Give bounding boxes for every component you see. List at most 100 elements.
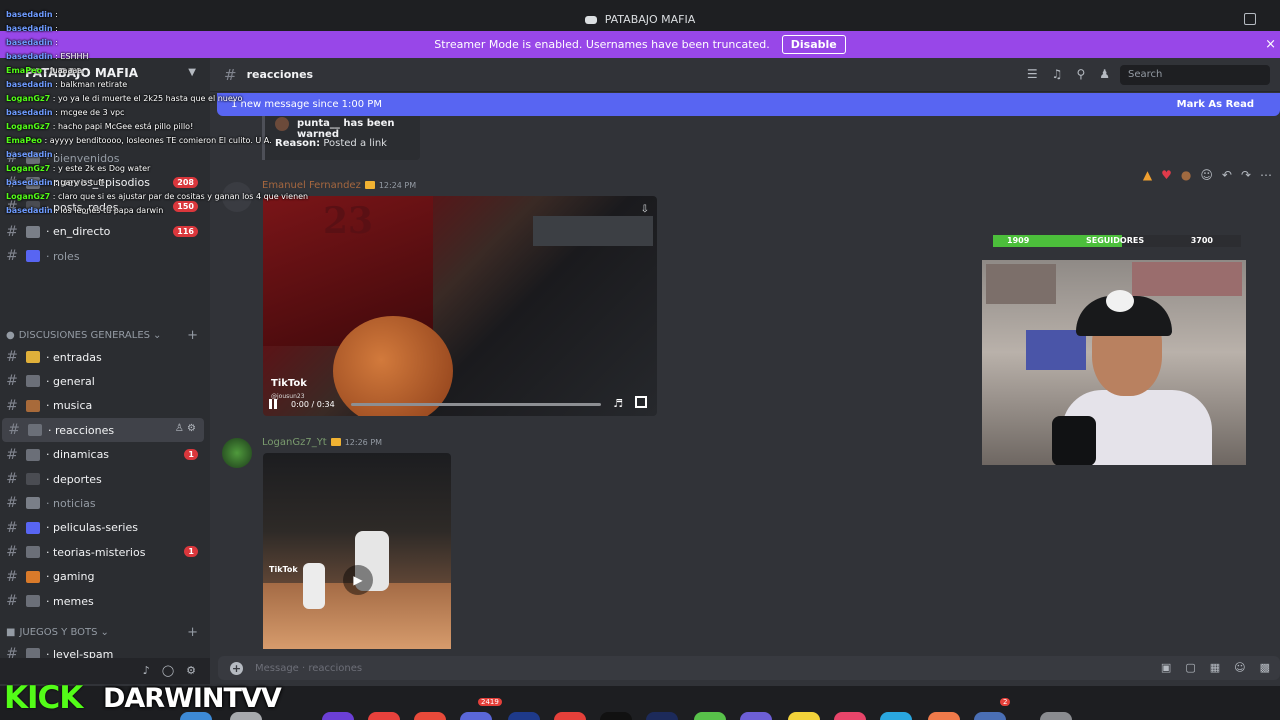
pin-icon[interactable]: ⚲ [1076,67,1085,81]
chat-line: basedadin : los leones tu papa darwin [6,204,306,218]
member-list-icon[interactable]: ♟ [1099,67,1110,81]
dock-app-icon[interactable] [1040,712,1072,720]
chat-username: basedadin [6,108,53,117]
headphones-icon[interactable]: ◯ [162,664,174,677]
volume-icon[interactable]: ♬ [613,397,623,410]
chat-username: EmaPeo [6,66,42,75]
folder-icon: ■ [6,627,16,638]
chat-message: : [55,38,58,47]
message-time: 12:24 PM [378,181,417,190]
mark-as-read-button[interactable]: Mark As Read [1177,99,1254,110]
channel-emoji-icon [26,448,40,461]
pause-icon[interactable] [269,399,277,409]
gear-icon[interactable]: ⚙ [186,664,196,677]
video-embed[interactable]: 23 ⇩ TikTok @jousun23 0:00 / 0:34 ♬ [263,196,657,416]
more-options-icon[interactable]: ⋯ [1260,168,1272,182]
play-icon[interactable]: ▶ [343,565,373,595]
text-channel-icon: # [6,349,18,365]
video-frame [303,563,325,609]
dock-app-icon[interactable] [974,712,1006,720]
dock-app-icon[interactable] [880,712,912,720]
dock-app-icon[interactable] [694,712,726,720]
channel-reacciones[interactable]: # · reacciones ♙ ⚙ [2,418,204,443]
reply-icon[interactable]: ↶ [1222,168,1232,182]
author-name[interactable]: LoganGz7_Yt [262,437,327,448]
attach-plus-icon[interactable]: + [230,661,243,675]
dock-app-icon[interactable] [322,712,354,720]
apps-icon[interactable]: ▩ [1260,661,1270,674]
channel-settings-icon[interactable]: ♙ ⚙ [175,423,196,434]
video-progress-bar[interactable] [351,403,601,406]
channel-label: · roles [46,249,80,263]
add-channel-icon[interactable]: + [187,625,198,640]
add-channel-icon[interactable]: + [187,328,198,343]
channel-emoji-icon [26,399,40,412]
gift-icon[interactable]: ▣ [1161,661,1171,674]
channel-deportes[interactable]: # · deportes [0,467,210,491]
dock-app-icon[interactable] [928,712,960,720]
channel-memes[interactable]: # · memes [0,589,210,613]
search-input[interactable]: Search [1120,65,1270,85]
channel-dinamicas[interactable]: # · dinamicas 1 [0,443,210,467]
channel-noticias[interactable]: # · noticias [0,491,210,515]
channel-label: · entradas [46,350,102,364]
composer-placeholder[interactable]: Message · reacciones [255,663,362,674]
fire-reaction-icon[interactable]: ▲ [1143,168,1152,182]
channel-roles[interactable]: # · roles [0,244,210,268]
dock-app-icon[interactable] [368,712,400,720]
chat-message: : ayyyy benditoooo, losleones TE comiero… [44,136,272,145]
category-juegos[interactable]: ■ JUEGOS Y BOTS ⌄ + [6,625,206,640]
channel-teorias-misterios[interactable]: # · teorias-misterios 1 [0,540,210,564]
category-discusiones[interactable]: ● DISCUSIONES GENERALES ⌄ + [6,328,206,343]
channel-gaming[interactable]: # · gaming [0,565,210,589]
message-author[interactable]: LoganGz7_Yt 12:26 PM [262,437,382,448]
dock-app-icon[interactable] [740,712,772,720]
channel-en_directo[interactable]: # · en_directo 116 [0,220,210,244]
crown-icon [364,181,375,189]
threads-icon[interactable]: ☰ [1027,67,1038,81]
video-embed[interactable]: TikTok ▶ [263,453,451,649]
gif-icon[interactable]: ▢ [1185,661,1195,674]
emoji-icon[interactable]: ☺ [1234,661,1245,674]
channel-musica[interactable]: # · musica [0,394,210,418]
poop-reaction-icon[interactable]: ● [1181,168,1191,182]
close-banner-icon[interactable]: × [1265,37,1276,52]
avatar[interactable] [222,438,252,468]
channel-peliculas-series[interactable]: # · peliculas-series [0,516,210,540]
sticker-icon[interactable]: ▦ [1210,661,1220,674]
microphone-icon[interactable]: ♪ [143,664,150,677]
video-frame [533,216,653,246]
dock-badge: 2419 [478,698,502,706]
channel-entradas[interactable]: # · entradas [0,345,210,369]
channel-general[interactable]: # · general [0,369,210,393]
message-composer[interactable]: + Message · reacciones ▣ ▢ ▦ ☺ ▩ [218,656,1280,680]
channel-label: · reacciones [48,423,115,437]
dock-app-icon[interactable] [788,712,820,720]
chat-bubble-icon: ● [6,330,15,341]
heart-reaction-icon[interactable]: ♥ [1161,168,1172,182]
dock-app-icon[interactable] [600,712,632,720]
text-channel-icon: # [6,397,18,414]
disable-streamer-mode-button[interactable]: Disable [781,35,846,54]
text-channel-icon: # [6,544,18,561]
fullscreen-icon[interactable] [635,396,647,408]
dock-app-icon[interactable] [414,712,446,720]
webcam-frame [986,264,1056,304]
download-icon[interactable]: ⇩ [641,204,649,215]
inbox-icon[interactable] [1244,13,1256,25]
dock-app-icon[interactable] [460,712,492,720]
notifications-off-icon[interactable]: ♫ [1052,67,1063,81]
channel-label: · noticias [46,496,96,510]
forward-icon[interactable]: ↷ [1241,168,1251,182]
channel-emoji-icon [26,546,40,559]
crown-icon [330,438,341,446]
new-messages-bar[interactable]: 1 new message since 1:00 PM Mark As Read [217,93,1280,116]
chat-message: : los leones tu papa darwin [55,206,164,215]
dock-app-icon[interactable] [508,712,540,720]
dock-app-icon[interactable] [646,712,678,720]
dock-app-icon[interactable] [554,712,586,720]
add-reaction-icon[interactable]: ☺ [1200,168,1213,182]
chat-line: basedadin : balkman retirate [6,78,306,92]
dock-app-icon[interactable] [834,712,866,720]
chat-message: : claro que si es ajustar par de cositas… [52,192,309,201]
